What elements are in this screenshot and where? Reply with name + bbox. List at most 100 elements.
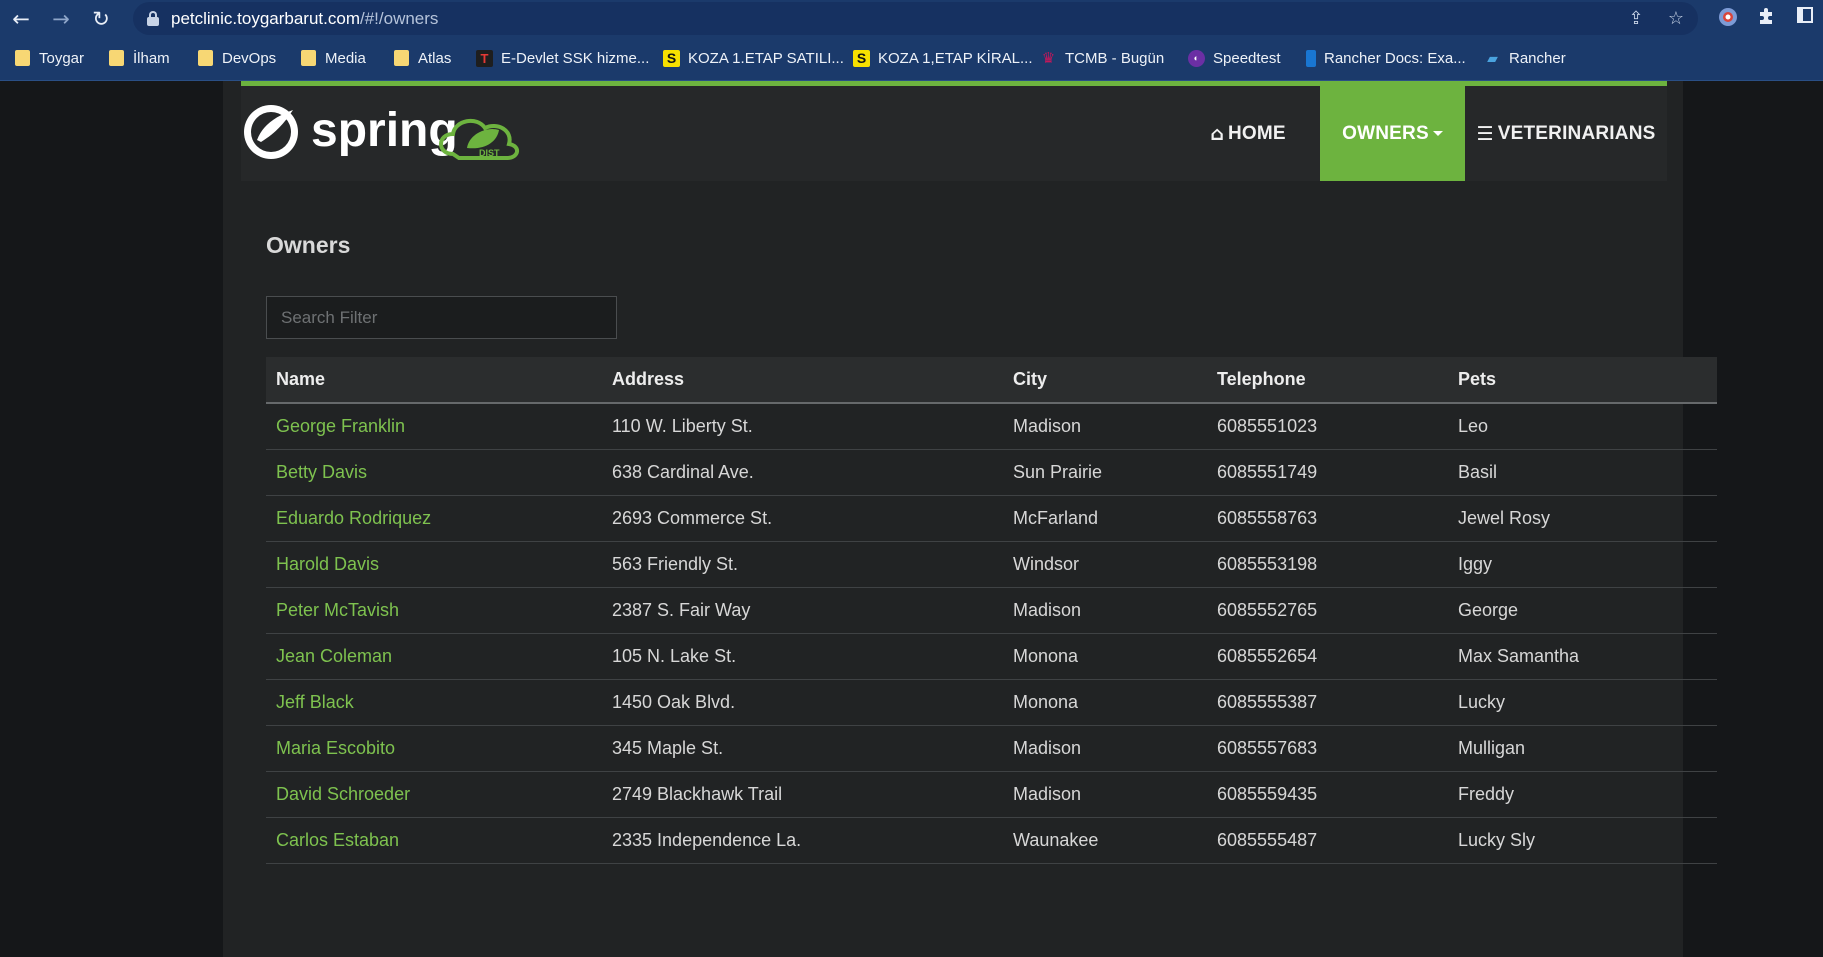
bookmark-rancher[interactable]: ▰ Rancher <box>1484 46 1566 70</box>
owner-city: Waunakee <box>1003 817 1207 864</box>
list-icon: ☰ <box>1476 122 1494 145</box>
profile-extension-icon[interactable] <box>1716 6 1740 30</box>
speedtest-icon: ◐ <box>1188 49 1205 67</box>
bookmark-tcmb[interactable]: ♛ TCMB - Bugün <box>1040 46 1164 70</box>
owner-address: 563 Friendly St. <box>602 541 1003 588</box>
extensions-puzzle-icon[interactable] <box>1755 6 1779 30</box>
bookmark-koza-kiral[interactable]: S KOZA 1,ETAP KİRAL... <box>853 46 1033 70</box>
table-row: George Franklin 110 W. Liberty St. Madis… <box>266 403 1717 450</box>
table-row: Harold Davis 563 Friendly St. Windsor 60… <box>266 541 1717 588</box>
bookmark-toygar[interactable]: Toygar <box>14 46 84 70</box>
table-row: Peter McTavish 2387 S. Fair Way Madison … <box>266 587 1717 634</box>
owner-city: Madison <box>1003 725 1207 772</box>
bookmark-atlas[interactable]: Atlas <box>393 46 451 70</box>
owner-name-link[interactable]: Jeff Black <box>266 679 602 726</box>
owner-pets: Leo <box>1448 403 1717 450</box>
owner-telephone: 6085552654 <box>1207 633 1448 680</box>
owner-pets: Max Samantha <box>1448 633 1717 680</box>
owner-name-link[interactable]: Eduardo Rodriquez <box>266 495 602 542</box>
owner-name-link[interactable]: Jean Coleman <box>266 633 602 680</box>
bookmark-label: Toygar <box>39 49 85 67</box>
owner-telephone: 6085555487 <box>1207 817 1448 864</box>
owner-city: McFarland <box>1003 495 1207 542</box>
back-arrow-icon[interactable]: ← <box>7 5 35 33</box>
owner-address: 105 N. Lake St. <box>602 633 1003 680</box>
forward-arrow-icon[interactable]: → <box>47 5 75 33</box>
spring-logo[interactable]: spring DIST <box>241 96 541 168</box>
bookmark-label: Media <box>325 49 366 67</box>
owner-name-link[interactable]: Carlos Estaban <box>266 817 602 864</box>
owner-pets: Freddy <box>1448 771 1717 818</box>
star-icon[interactable]: ☆ <box>1665 8 1687 30</box>
owner-address: 2749 Blackhawk Trail <box>602 771 1003 818</box>
address-bar[interactable]: petclinic.toygarbarut.com/#!/owners ⇪ ☆ <box>133 2 1698 35</box>
owner-city: Windsor <box>1003 541 1207 588</box>
owner-name-link[interactable]: Harold Davis <box>266 541 602 588</box>
folder-icon <box>108 50 125 67</box>
owner-city: Sun Prairie <box>1003 449 1207 496</box>
bookmark-label: KOZA 1.ETAP SATILI... <box>688 49 844 67</box>
owner-address: 1450 Oak Blvd. <box>602 679 1003 726</box>
owner-address: 2387 S. Fair Way <box>602 587 1003 634</box>
bookmark-media[interactable]: Media <box>300 46 366 70</box>
window-icon[interactable] <box>1793 6 1817 30</box>
table-row: Eduardo Rodriquez 2693 Commerce St. McFa… <box>266 495 1717 542</box>
table-row: Carlos Estaban 2335 Independence La. Wau… <box>266 817 1717 864</box>
bookmark-ilham[interactable]: İlham <box>108 46 170 70</box>
owner-name-link[interactable]: Peter McTavish <box>266 587 602 634</box>
owner-telephone: 6085552765 <box>1207 587 1448 634</box>
share-icon[interactable]: ⇪ <box>1625 8 1647 30</box>
bookmark-speedtest[interactable]: ◐ Speedtest <box>1188 46 1281 70</box>
bookmark-label: KOZA 1,ETAP KİRAL... <box>878 49 1033 67</box>
owner-telephone: 6085551749 <box>1207 449 1448 496</box>
lock-icon[interactable] <box>147 11 159 26</box>
nav-owners-label: OWNERS <box>1342 122 1429 144</box>
owner-city: Madison <box>1003 403 1207 450</box>
folder-icon <box>393 50 410 67</box>
owner-pets: Basil <box>1448 449 1717 496</box>
owner-pets: Jewel Rosy <box>1448 495 1717 542</box>
s-badge-icon: S <box>853 49 870 67</box>
caret-down-icon <box>1432 131 1443 136</box>
bookmark-devops[interactable]: DevOps <box>197 46 276 70</box>
bookmark-label: Speedtest <box>1213 49 1281 67</box>
column-header-city: City <box>1003 357 1207 404</box>
nav-veterinarians[interactable]: ☰ VETERINARIANS <box>1471 86 1661 181</box>
table-row: Maria Escobito 345 Maple St. Madison 608… <box>266 725 1717 772</box>
owner-telephone: 6085555387 <box>1207 679 1448 726</box>
home-icon: ⌂ <box>1210 122 1224 145</box>
svg-text:spring: spring <box>311 104 458 157</box>
owner-address: 345 Maple St. <box>602 725 1003 772</box>
owner-pets: Mulligan <box>1448 725 1717 772</box>
rancher-icon: ▰ <box>1487 49 1498 66</box>
column-header-telephone: Telephone <box>1207 357 1448 404</box>
owner-telephone: 6085557683 <box>1207 725 1448 772</box>
search-filter-input[interactable] <box>266 296 617 339</box>
nav-owners[interactable]: OWNERS <box>1320 86 1465 181</box>
bookmark-label: TCMB - Bugün <box>1065 49 1165 67</box>
owner-name-link[interactable]: David Schroeder <box>266 771 602 818</box>
owners-table-header: Name Address City Telephone Pets <box>266 357 1717 404</box>
url-text[interactable]: petclinic.toygarbarut.com/#!/owners <box>171 9 438 29</box>
bookmark-label: DevOps <box>222 49 277 67</box>
owner-name-link[interactable]: Betty Davis <box>266 449 602 496</box>
owner-telephone: 6085559435 <box>1207 771 1448 818</box>
rancher-docs-icon <box>1306 49 1316 67</box>
reload-icon[interactable]: ↻ <box>87 5 115 33</box>
owner-city: Madison <box>1003 587 1207 634</box>
browser-chrome: ← → ↻ petclinic.toygarbarut.com/#!/owner… <box>0 0 1823 81</box>
nav-home[interactable]: ⌂ HOME <box>1180 86 1316 181</box>
table-row: David Schroeder 2749 Blackhawk Trail Mad… <box>266 771 1717 818</box>
owner-pets: George <box>1448 587 1717 634</box>
owner-name-link[interactable]: Maria Escobito <box>266 725 602 772</box>
owners-table: Name Address City Telephone Pets George … <box>266 357 1717 864</box>
bookmark-edevlet[interactable]: T E-Devlet SSK hizme... <box>476 46 649 70</box>
edevlet-icon: T <box>476 49 493 67</box>
bookmark-label: Atlas <box>418 49 452 67</box>
owner-city: Madison <box>1003 771 1207 818</box>
bookmark-rancher-docs[interactable]: Rancher Docs: Exa... <box>1306 46 1466 70</box>
tcmb-icon: ♛ <box>1041 50 1056 67</box>
table-row: Betty Davis 638 Cardinal Ave. Sun Prairi… <box>266 449 1717 496</box>
owner-name-link[interactable]: George Franklin <box>266 403 602 450</box>
bookmark-koza-satili[interactable]: S KOZA 1.ETAP SATILI... <box>663 46 844 70</box>
